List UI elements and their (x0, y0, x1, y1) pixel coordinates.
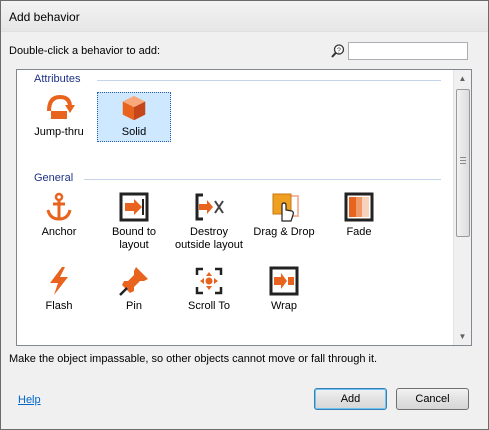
behavior-item-fade[interactable]: Fade (322, 191, 396, 239)
wrap-icon (269, 266, 299, 296)
behavior-item-destroy-outside-layout[interactable]: Destroy outside layout (172, 191, 246, 252)
instruction-label: Double-click a behavior to add: (9, 45, 161, 57)
title-bar: Add behavior (1, 1, 488, 32)
flash-icon (50, 267, 68, 295)
behavior-label: Scroll To (188, 300, 230, 312)
scroll-to-icon (195, 267, 223, 295)
vertical-scrollbar[interactable]: ▲ ▼ (453, 70, 471, 345)
group-header-attributes: Attributes (34, 73, 81, 85)
behavior-item-anchor[interactable]: Anchor (22, 191, 96, 239)
group-header-general: General (34, 172, 74, 184)
behavior-label: Solid (121, 126, 147, 138)
search-input[interactable] (348, 42, 468, 60)
behavior-item-flash[interactable]: Flash (22, 265, 96, 313)
group-divider (84, 179, 441, 180)
add-behavior-dialog: Add behavior Double-click a behavior to … (0, 0, 489, 430)
behavior-item-solid[interactable]: Solid (97, 92, 171, 142)
behavior-list[interactable]: Attributes Jump-thru Solid General Ancho… (16, 69, 472, 346)
behavior-label: Destroy outside layout (175, 226, 243, 251)
search-icon: ? (331, 44, 345, 58)
pin-icon (119, 267, 148, 296)
cancel-button[interactable]: Cancel (396, 388, 469, 410)
behavior-item-bound-to-layout[interactable]: Bound to layout (97, 191, 171, 252)
drag-drop-icon (272, 193, 299, 222)
help-link[interactable]: Help (18, 394, 41, 406)
behavior-item-pin[interactable]: Pin (97, 265, 171, 313)
behavior-item-drag-drop[interactable]: Drag & Drop (247, 191, 321, 239)
group-divider (97, 80, 441, 81)
behavior-label: Drag & Drop (253, 226, 315, 238)
behavior-label: Wrap (270, 300, 298, 312)
behavior-label: Jump-thru (34, 126, 84, 138)
behavior-description: Make the object impassable, so other obj… (9, 353, 378, 365)
destroy-outside-layout-icon (195, 193, 224, 221)
behavior-label: Anchor (41, 226, 77, 238)
add-button[interactable]: Add (314, 388, 387, 410)
jump-thru-icon (47, 94, 75, 119)
bound-to-layout-icon (119, 192, 149, 222)
behavior-item-wrap[interactable]: Wrap (247, 265, 321, 313)
behavior-label: Bound to layout (111, 226, 157, 251)
behavior-label: Flash (45, 300, 73, 312)
behavior-item-scroll-to[interactable]: Scroll To (172, 265, 246, 313)
scrollbar-thumb[interactable] (456, 89, 470, 237)
anchor-icon (46, 192, 72, 221)
window-title: Add behavior (9, 10, 80, 24)
scroll-up-arrow-icon[interactable]: ▲ (454, 70, 471, 87)
solid-cube-icon (122, 95, 146, 121)
scroll-down-arrow-icon[interactable]: ▼ (454, 328, 471, 345)
behavior-label: Pin (126, 300, 142, 312)
behavior-label: Fade (346, 226, 372, 238)
fade-icon (344, 192, 374, 222)
behavior-item-jump-thru[interactable]: Jump-thru (22, 91, 96, 143)
svg-text:?: ? (337, 47, 341, 54)
